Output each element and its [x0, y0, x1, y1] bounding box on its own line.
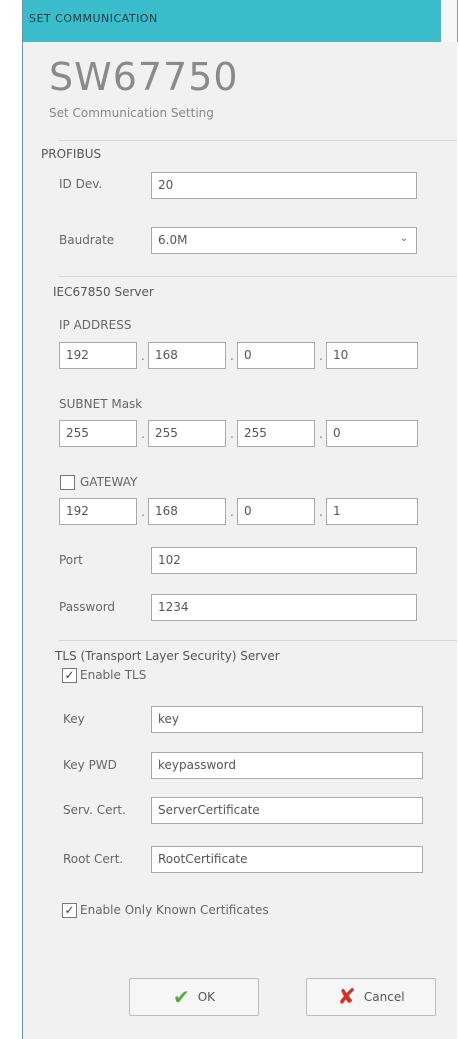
- port-label: Port: [59, 553, 83, 567]
- known-certs-checkbox[interactable]: ✓: [62, 903, 77, 918]
- gateway-dot-1: .: [141, 505, 145, 519]
- baudrate-label: Baudrate: [59, 233, 115, 247]
- serv-cert-label: Serv. Cert.: [63, 803, 126, 817]
- subnet-octet-4[interactable]: 0: [326, 420, 418, 447]
- ip-octet-3[interactable]: 0: [237, 342, 315, 369]
- key-label: Key: [63, 712, 85, 726]
- ip-address-label: IP ADDRESS: [59, 318, 132, 332]
- ip-dot-2: .: [230, 349, 234, 363]
- enable-tls-label: Enable TLS: [80, 668, 147, 682]
- key-pwd-input[interactable]: keypassword: [151, 752, 423, 779]
- subnet-dot-1: .: [141, 427, 145, 441]
- ip-dot-3: .: [319, 349, 323, 363]
- password-input[interactable]: 1234: [151, 594, 417, 621]
- enable-tls-checkbox[interactable]: ✓: [62, 668, 77, 683]
- root-cert-input[interactable]: RootCertificate: [151, 846, 423, 873]
- known-certs-label: Enable Only Known Certificates: [80, 903, 269, 917]
- model-subtitle: Set Communication Setting: [49, 106, 214, 120]
- set-communication-window: SET COMMUNICATION SW67750 Set Communicat…: [22, 0, 458, 1039]
- model-title: SW67750: [49, 55, 239, 99]
- gateway-octet-3[interactable]: 0: [237, 498, 315, 525]
- titlebar-strip: [441, 0, 457, 42]
- cancel-button-label: Cancel: [363, 990, 405, 1004]
- gateway-octet-1[interactable]: 192: [59, 498, 137, 525]
- subnet-dot-2: .: [230, 427, 234, 441]
- password-label: Password: [59, 600, 116, 614]
- port-input[interactable]: 102: [151, 547, 417, 574]
- gateway-dot-3: .: [319, 505, 323, 519]
- serv-cert-input[interactable]: ServerCertificate: [151, 797, 423, 824]
- gateway-dot-2: .: [230, 505, 234, 519]
- server-title: IEC67850 Server: [53, 285, 154, 299]
- subnet-label: SUBNET Mask: [59, 397, 143, 411]
- ok-button-label: OK: [197, 990, 216, 1004]
- key-pwd-label: Key PWD: [63, 758, 117, 772]
- window-title: SET COMMUNICATION: [29, 12, 158, 25]
- subnet-octet-3[interactable]: 255: [237, 420, 315, 447]
- window-titlebar: SET COMMUNICATION: [23, 0, 458, 42]
- gateway-checkbox[interactable]: [60, 475, 75, 490]
- key-input[interactable]: key: [151, 706, 423, 733]
- id-dev-input[interactable]: 20: [151, 172, 417, 199]
- root-cert-label: Root Cert.: [63, 852, 124, 866]
- chevron-down-icon: ⌄: [399, 233, 408, 244]
- gateway-octet-2[interactable]: 168: [148, 498, 226, 525]
- cancel-button[interactable]: ✘ Cancel: [306, 978, 436, 1016]
- tls-title: TLS (Transport Layer Security) Server: [55, 649, 280, 663]
- gateway-octet-4[interactable]: 1: [326, 498, 418, 525]
- ok-button[interactable]: ✔ OK: [129, 978, 259, 1016]
- ip-octet-1[interactable]: 192: [59, 342, 137, 369]
- profibus-title: PROFIBUS: [41, 147, 102, 161]
- subnet-octet-2[interactable]: 255: [148, 420, 226, 447]
- ip-octet-4[interactable]: 10: [326, 342, 418, 369]
- checkmark-icon: ✔: [172, 985, 190, 1009]
- gateway-label: GATEWAY: [80, 475, 138, 489]
- subnet-dot-3: .: [319, 427, 323, 441]
- id-dev-label: ID Dev.: [59, 177, 103, 191]
- subnet-octet-1[interactable]: 255: [59, 420, 137, 447]
- baudrate-select[interactable]: 6.0M ⌄: [151, 227, 417, 254]
- ip-octet-2[interactable]: 168: [148, 342, 226, 369]
- cross-icon: ✘: [337, 984, 356, 1010]
- baudrate-value: 6.0M: [158, 233, 188, 247]
- ip-dot-1: .: [141, 349, 145, 363]
